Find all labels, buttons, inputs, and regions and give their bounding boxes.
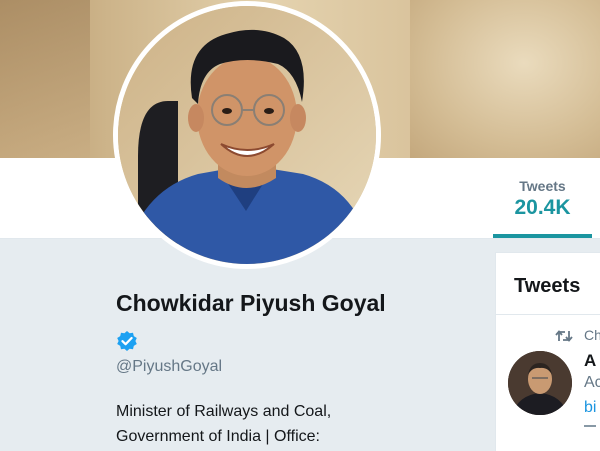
tweet-author-avatar[interactable]	[508, 351, 572, 415]
verified-badge-icon	[117, 331, 137, 351]
tweet-text-fragment	[584, 425, 596, 427]
tweet-author-name[interactable]: A	[584, 351, 596, 371]
nav-tab-tweets-label: Tweets	[519, 178, 566, 194]
active-tab-underline	[493, 234, 592, 238]
bio-line: Government of India | Office:	[116, 428, 320, 445]
profile-handle[interactable]: @PiyushGoyal	[116, 358, 222, 376]
tweet-text: Ac	[584, 374, 600, 391]
profile-bio: Minister of Railways and Coal, Governmen…	[116, 399, 416, 449]
nav-tab-tweets-count: 20.4K	[514, 196, 571, 219]
retweet-context: Ch	[584, 327, 600, 343]
banner-background-left	[0, 0, 90, 158]
tweets-panel-title: Tweets	[514, 275, 581, 297]
panel-divider	[496, 314, 600, 315]
tweet-link[interactable]: bi	[584, 399, 596, 417]
tweets-panel: Tweets Ch A Ac bi	[495, 252, 600, 451]
bio-line: Minister of Railways and Coal,	[116, 403, 332, 420]
avatar-photo	[508, 351, 572, 415]
avatar-photo	[118, 6, 376, 264]
banner-background-right	[410, 0, 600, 158]
nav-tab-tweets[interactable]: Tweets 20.4K	[493, 158, 592, 238]
profile-name: Chowkidar Piyush Goyal	[116, 290, 386, 316]
profile-avatar[interactable]	[113, 1, 381, 269]
retweet-icon	[555, 330, 573, 342]
